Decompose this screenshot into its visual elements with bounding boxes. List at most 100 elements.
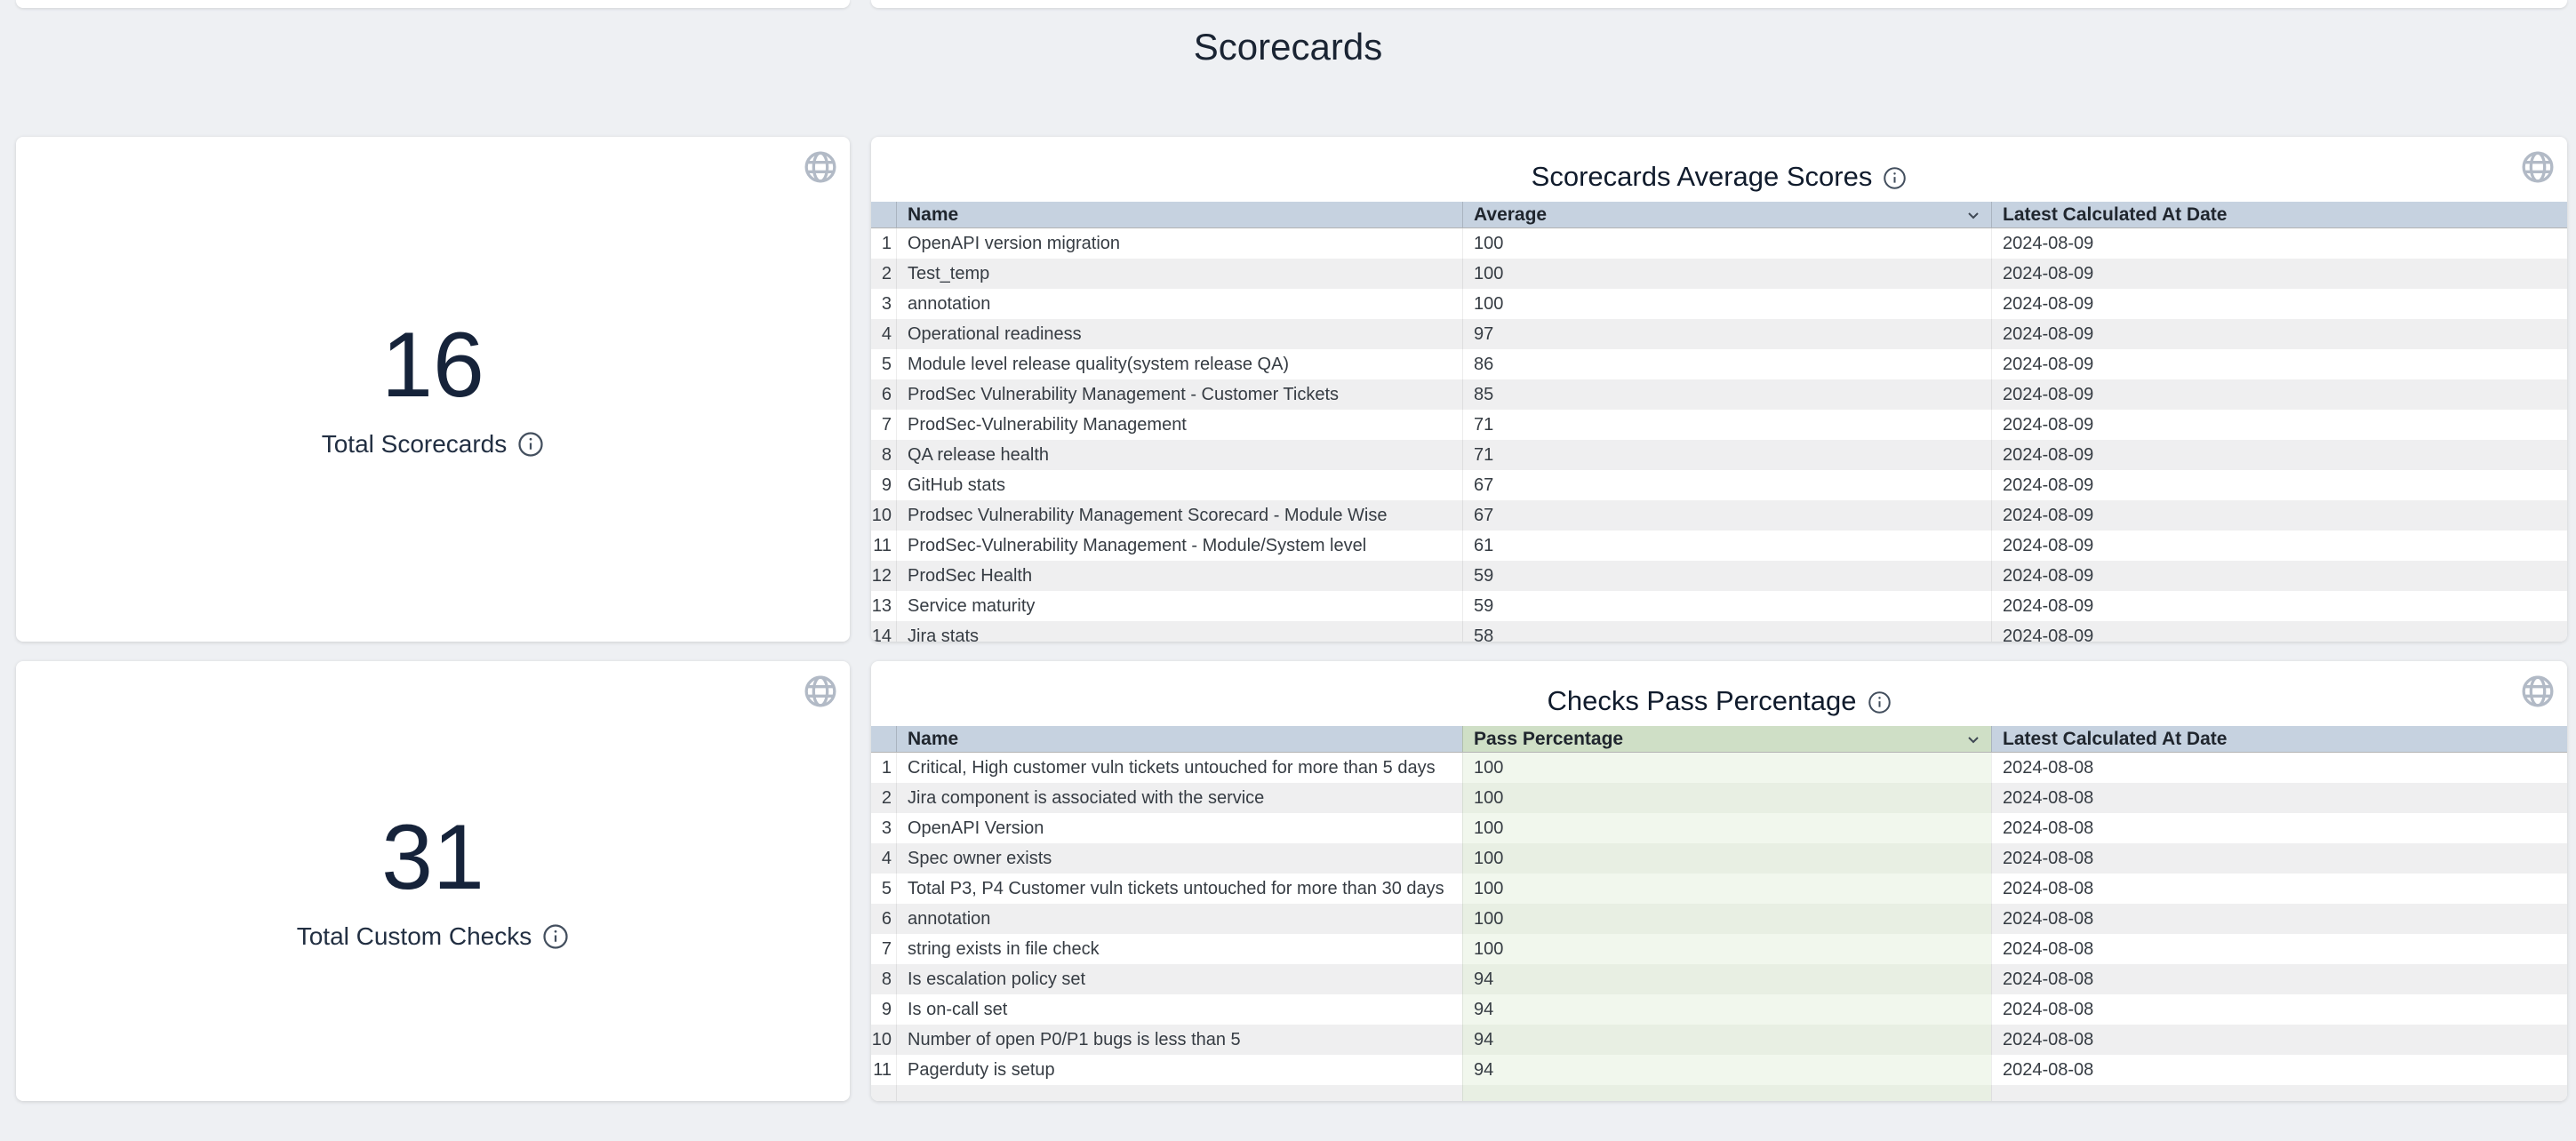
table-row[interactable]: 12ProdSec Health592024-08-09: [871, 561, 2567, 591]
row-value: 100: [1462, 813, 1991, 843]
row-name: OpenAPI Version: [896, 813, 1462, 843]
globe-icon[interactable]: [2520, 149, 2556, 185]
table-row[interactable]: 11ProdSec-Vulnerability Management - Mod…: [871, 531, 2567, 561]
row-value: 97: [1462, 319, 1991, 349]
table-row[interactable]: 10Prodsec Vulnerability Management Score…: [871, 500, 2567, 531]
row-name: OpenAPI version migration: [896, 228, 1462, 259]
row-index: 10: [871, 500, 896, 531]
table-row[interactable]: 2Jira component is associated with the s…: [871, 783, 2567, 813]
scorecards-dashboard: Scorecards 16 Total Scorecards: [0, 0, 2576, 1141]
total-scorecards-card: 16 Total Scorecards: [16, 137, 850, 642]
row-date: 2024-08-08: [1991, 813, 2567, 843]
table-row[interactable]: 8QA release health712024-08-09: [871, 440, 2567, 470]
table-row[interactable]: 4Spec owner exists1002024-08-08: [871, 843, 2567, 874]
globe-icon[interactable]: [803, 674, 838, 709]
row-value: 100: [1462, 934, 1991, 964]
header-date-column[interactable]: Latest Calculated At Date: [1991, 726, 2567, 752]
globe-icon[interactable]: [803, 149, 838, 185]
row-value: 67: [1462, 500, 1991, 531]
header-date-column[interactable]: Latest Calculated At Date: [1991, 202, 2567, 227]
header-value-label: Average: [1474, 204, 1547, 226]
header-value-label: Pass Percentage: [1474, 729, 1623, 750]
row-index: 9: [871, 994, 896, 1025]
row-date: 2024-08-09: [1991, 531, 2567, 561]
row-value: 71: [1462, 440, 1991, 470]
row-name: Operational readiness: [896, 319, 1462, 349]
row-index: 1: [871, 228, 896, 259]
table-row[interactable]: 2Test_temp1002024-08-09: [871, 259, 2567, 289]
row-value: 71: [1462, 410, 1991, 440]
table-row[interactable]: 14Jira stats582024-08-09: [871, 621, 2567, 642]
row-date: 2024-08-09: [1991, 500, 2567, 531]
row-index: 7: [871, 410, 896, 440]
header-name-column[interactable]: Name: [896, 202, 1462, 227]
table-row[interactable]: 1OpenAPI version migration1002024-08-09: [871, 228, 2567, 259]
table-row[interactable]: 11Pagerduty is setup942024-08-08: [871, 1055, 2567, 1085]
total-custom-checks-value: 31: [381, 811, 484, 904]
row-value: 94: [1462, 1055, 1991, 1085]
row-index: 5: [871, 874, 896, 904]
info-icon[interactable]: [542, 923, 569, 950]
row-name: Spec owner exists: [896, 843, 1462, 874]
row-date: 2024-08-08: [1991, 1055, 2567, 1085]
row-index: 6: [871, 379, 896, 410]
table-body: 1Critical, High customer vuln tickets un…: [871, 753, 2567, 1101]
table-row[interactable]: 9GitHub stats672024-08-09: [871, 470, 2567, 500]
stat-label-text: Total Custom Checks: [297, 922, 532, 952]
header-value-column[interactable]: Average: [1462, 202, 1991, 227]
table-row[interactable]: 8Is escalation policy set942024-08-08: [871, 964, 2567, 994]
total-scorecards-value: 16: [381, 319, 484, 411]
table-row[interactable]: 10Number of open P0/P1 bugs is less than…: [871, 1025, 2567, 1055]
total-custom-checks-label: Total Custom Checks: [297, 922, 570, 952]
table-row[interactable]: 6annotation1002024-08-08: [871, 904, 2567, 934]
chevron-down-icon[interactable]: [1963, 729, 1984, 750]
table-row[interactable]: 7ProdSec-Vulnerability Management712024-…: [871, 410, 2567, 440]
row-name: string exists in file check: [896, 934, 1462, 964]
row-name: Pagerduty is setup: [896, 1055, 1462, 1085]
table-row[interactable]: [871, 1085, 2567, 1101]
globe-icon[interactable]: [2520, 674, 2556, 709]
row-index: 13: [871, 591, 896, 621]
row-date: 2024-08-09: [1991, 621, 2567, 642]
table-row[interactable]: 7string exists in file check1002024-08-0…: [871, 934, 2567, 964]
row-date: 2024-08-09: [1991, 319, 2567, 349]
row-name: Prodsec Vulnerability Management Scoreca…: [896, 500, 1462, 531]
table-header: Name Average Latest Calculated At Date: [871, 202, 2567, 228]
row-index: 6: [871, 904, 896, 934]
row-value: 59: [1462, 561, 1991, 591]
table-row[interactable]: 5Module level release quality(system rel…: [871, 349, 2567, 379]
info-icon[interactable]: [1883, 165, 1907, 189]
checks-pass-percentage-card: Checks Pass Percentage Name Pass Percent…: [871, 661, 2567, 1101]
row-index: 14: [871, 621, 896, 642]
chevron-down-icon[interactable]: [1963, 204, 1984, 226]
row-value: 85: [1462, 379, 1991, 410]
row-date: 2024-08-09: [1991, 349, 2567, 379]
row-value: 67: [1462, 470, 1991, 500]
row-name: ProdSec Health: [896, 561, 1462, 591]
row-index: 12: [871, 561, 896, 591]
header-name-column[interactable]: Name: [896, 726, 1462, 752]
table-row[interactable]: 13Service maturity592024-08-09: [871, 591, 2567, 621]
table-row[interactable]: 6ProdSec Vulnerability Management - Cust…: [871, 379, 2567, 410]
table-row[interactable]: 9Is on-call set942024-08-08: [871, 994, 2567, 1025]
table-row[interactable]: 3annotation1002024-08-09: [871, 289, 2567, 319]
row-date: 2024-08-08: [1991, 753, 2567, 783]
table-row[interactable]: 3OpenAPI Version1002024-08-08: [871, 813, 2567, 843]
row-date: 2024-08-09: [1991, 591, 2567, 621]
header-value-column[interactable]: Pass Percentage: [1462, 726, 1991, 752]
row-date: 2024-08-08: [1991, 1025, 2567, 1055]
row-name: Jira component is associated with the se…: [896, 783, 1462, 813]
table-title-text: Checks Pass Percentage: [1547, 685, 1856, 717]
row-index: 2: [871, 259, 896, 289]
table-row[interactable]: 4Operational readiness972024-08-09: [871, 319, 2567, 349]
row-value: [1462, 1085, 1991, 1101]
dashboard-row-2: 31 Total Custom Checks: [16, 661, 2576, 1101]
table-row[interactable]: 1Critical, High customer vuln tickets un…: [871, 753, 2567, 783]
row-value: 58: [1462, 621, 1991, 642]
table-row[interactable]: 5Total P3, P4 Customer vuln tickets unto…: [871, 874, 2567, 904]
row-name: ProdSec-Vulnerability Management - Modul…: [896, 531, 1462, 561]
info-icon[interactable]: [517, 431, 544, 458]
info-icon[interactable]: [1868, 690, 1892, 714]
row-value: 100: [1462, 289, 1991, 319]
row-date: 2024-08-09: [1991, 440, 2567, 470]
